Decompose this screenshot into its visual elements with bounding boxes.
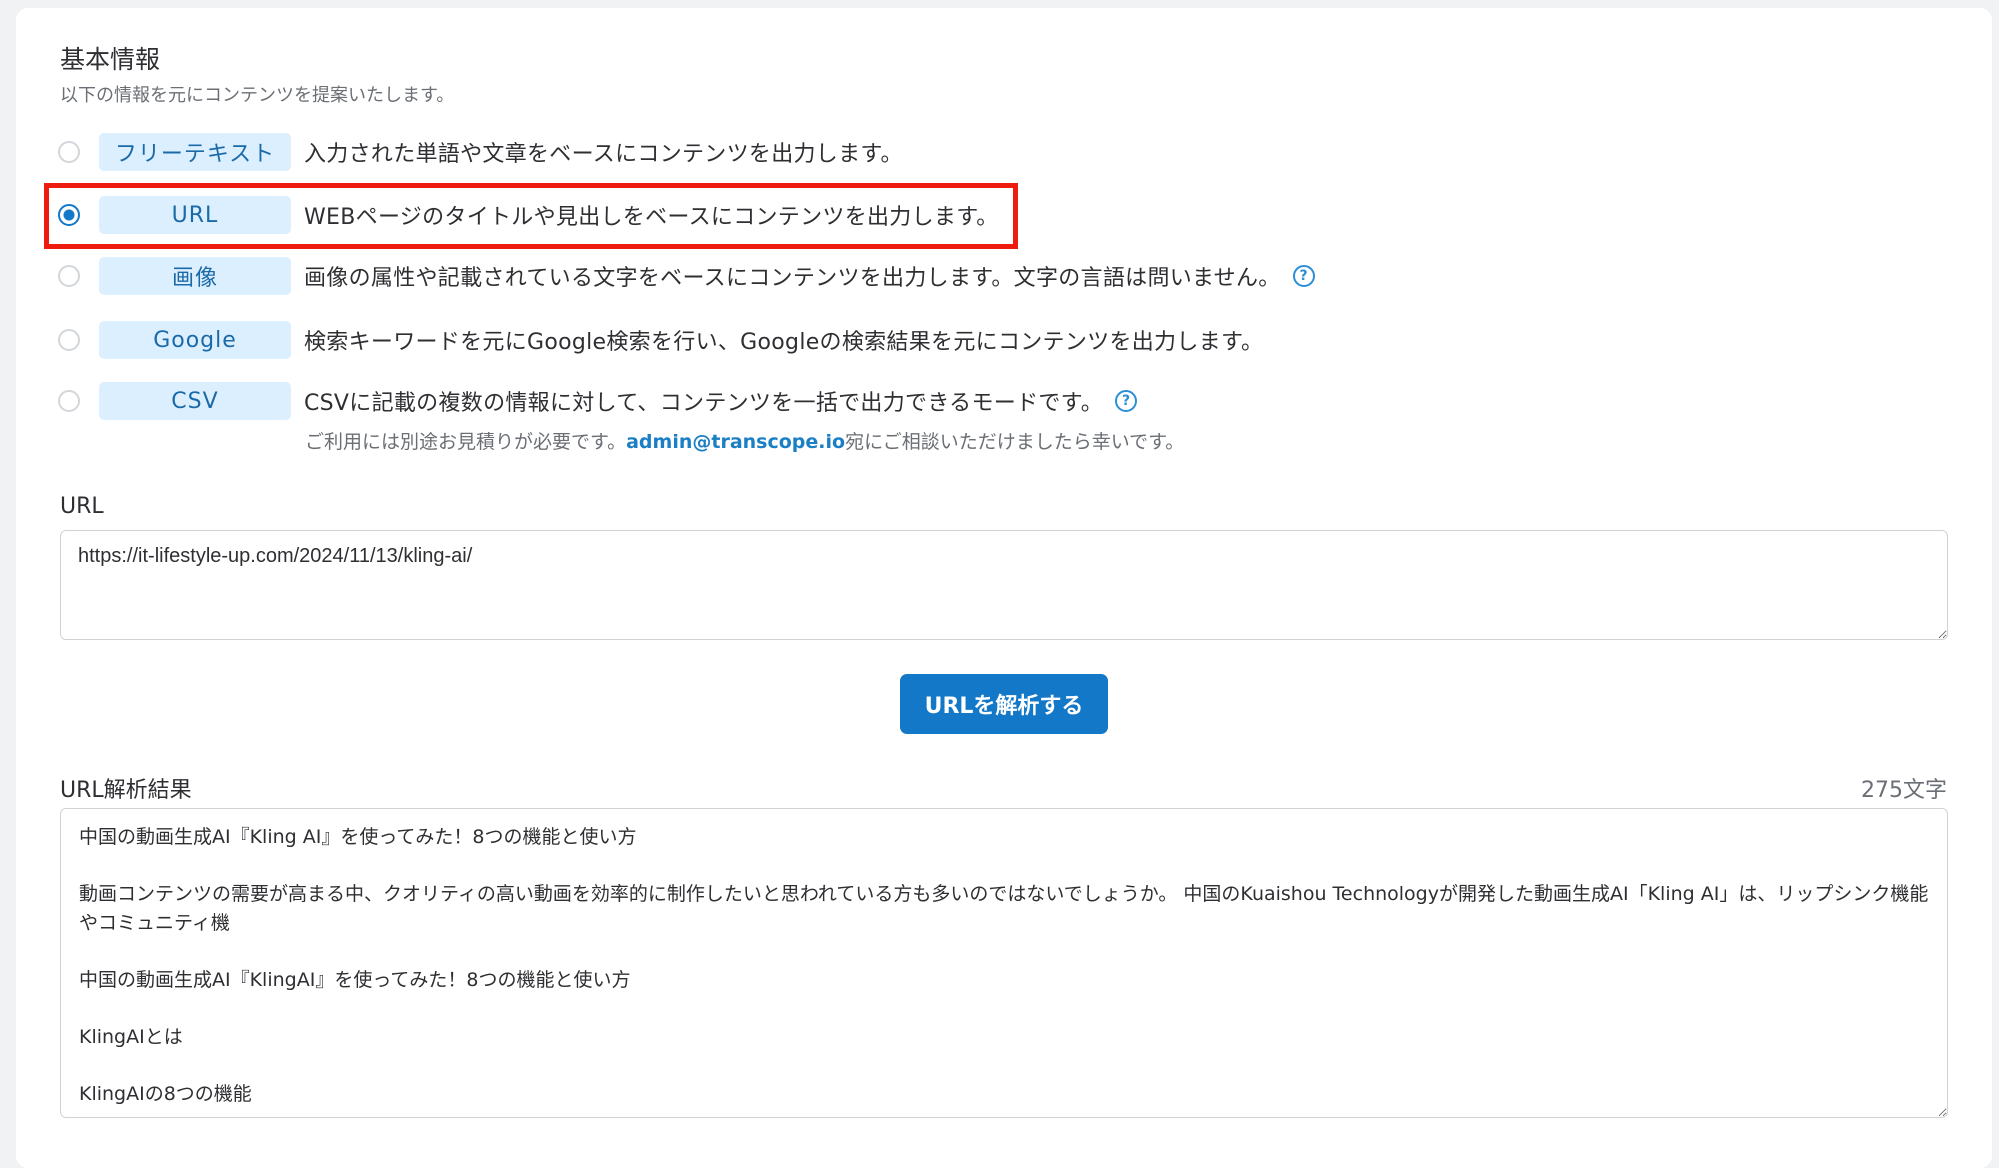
csv-note-text: ご利用には別途お見積りが必要です。 xyxy=(305,431,627,453)
tag-image: 画像 xyxy=(99,257,291,295)
result-field-label: URL解析結果 xyxy=(60,778,192,803)
radio-url[interactable] xyxy=(58,204,80,226)
contact-email-link[interactable]: admin@transcope.io xyxy=(626,431,845,453)
help-icon[interactable]: ? xyxy=(1115,390,1138,412)
option-description: CSVに記載の複数の情報に対して、コンテンツを一括で出力できるモードです。 xyxy=(304,391,1104,416)
tag-csv: CSV xyxy=(99,382,291,420)
option-description: 入力された単語や文章をベースにコンテンツを出力します。 xyxy=(304,142,903,167)
option-description: 検索キーワードを元にGoogle検索を行い、Googleの検索結果を元にコンテン… xyxy=(304,330,1264,355)
help-icon[interactable]: ? xyxy=(1292,265,1315,287)
tag-google: Google xyxy=(99,321,291,359)
option-image[interactable]: 画像 画像の属性や記載されている文字をベースにコンテンツを出力します。文字の言語… xyxy=(58,256,1315,296)
csv-note: ご利用には別途お見積りが必要です。admin@transcope.io宛にご相談… xyxy=(305,427,1184,454)
section-subtitle: 以下の情報を元にコンテンツを提案いたします。 xyxy=(60,85,455,106)
option-google[interactable]: Google 検索キーワードを元にGoogle検索を行い、Googleの検索結果… xyxy=(58,320,1263,360)
option-url[interactable]: URL WEBページのタイトルや見出しをベースにコンテンツを出力します。 xyxy=(58,195,999,235)
tag-url: URL xyxy=(99,196,291,234)
section-title: 基本情報 xyxy=(60,45,161,74)
radio-image[interactable] xyxy=(58,265,80,287)
radio-google[interactable] xyxy=(58,329,80,351)
option-description: 画像の属性や記載されている文字をベースにコンテンツを出力します。文字の言語は問い… xyxy=(304,266,1281,291)
csv-note-text-end: 宛にご相談いただけましたら幸いです。 xyxy=(845,431,1185,453)
option-csv[interactable]: CSV CSVに記載の複数の情報に対して、コンテンツを一括で出力できるモードです… xyxy=(58,381,1138,421)
url-input[interactable] xyxy=(60,530,1948,640)
character-count: 275文字 xyxy=(1861,778,1947,803)
option-description: WEBページのタイトルや見出しをベースにコンテンツを出力します。 xyxy=(304,205,999,230)
radio-free-text[interactable] xyxy=(58,141,80,163)
url-field-label: URL xyxy=(60,494,104,519)
url-analysis-result[interactable] xyxy=(60,808,1948,1118)
radio-csv[interactable] xyxy=(58,390,80,412)
tag-free-text: フリーテキスト xyxy=(99,133,291,171)
analyze-url-button[interactable]: URLを解析する xyxy=(900,674,1108,734)
option-free-text[interactable]: フリーテキスト 入力された単語や文章をベースにコンテンツを出力します。 xyxy=(58,132,903,172)
